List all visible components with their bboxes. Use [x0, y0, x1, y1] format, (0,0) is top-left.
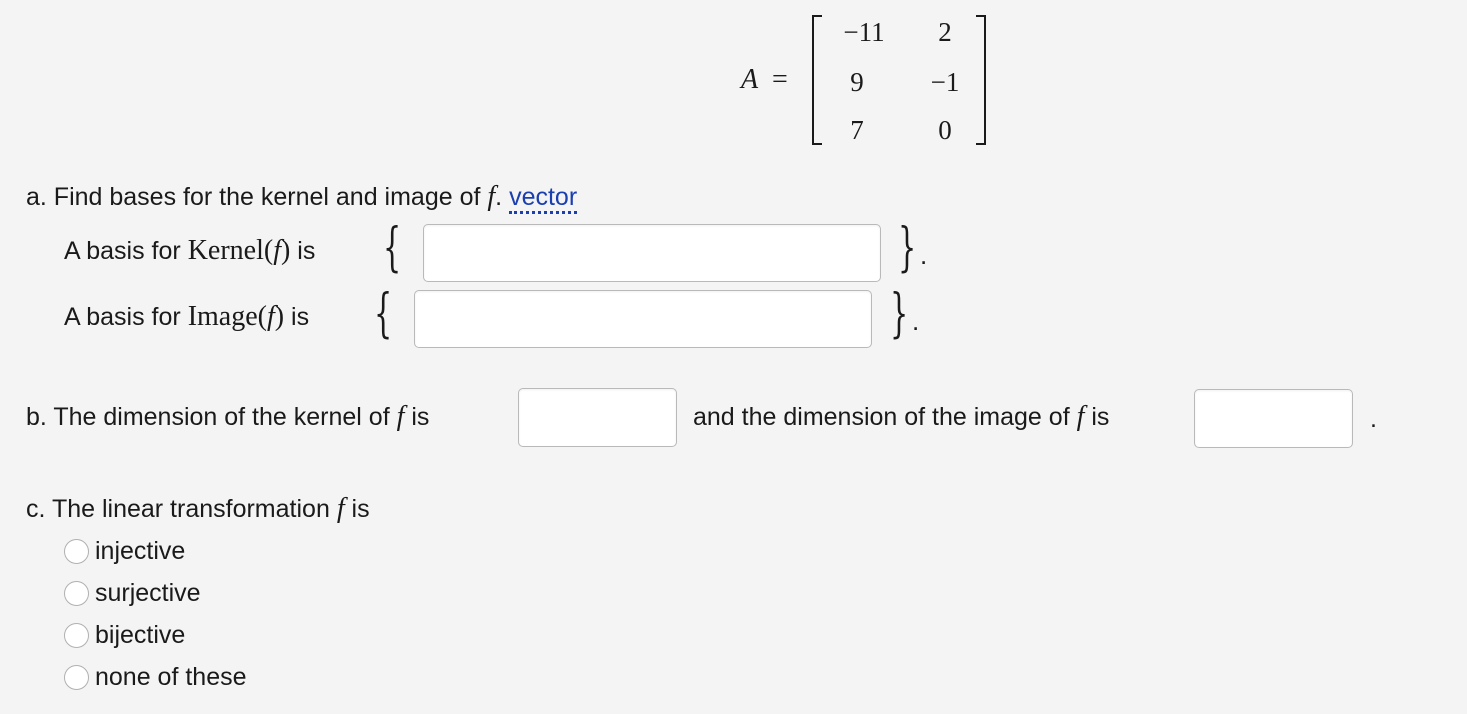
- option-surjective[interactable]: surjective: [64, 575, 201, 611]
- option-label: none of these: [95, 663, 247, 691]
- matrix-cell: −11: [843, 17, 885, 47]
- part-b-middle: and the dimension of the image of f is: [693, 402, 1109, 432]
- matrix-cell: 2: [938, 17, 952, 47]
- part-b-is-2: is: [1091, 403, 1110, 431]
- vector-help-link[interactable]: vector: [509, 183, 578, 214]
- option-none-of-these[interactable]: none of these: [64, 659, 247, 695]
- part-a-question: a. Find bases for the kernel and image o…: [26, 181, 578, 214]
- option-injective[interactable]: injective: [64, 533, 185, 569]
- part-a-prefix: a. Find bases for the kernel and image o…: [26, 183, 481, 211]
- kernel-open-brace: {: [383, 218, 402, 278]
- f-symbol: f: [1076, 401, 1085, 432]
- part-c-is: is: [351, 495, 370, 523]
- option-label: bijective: [95, 621, 186, 649]
- matrix-cell: −1: [930, 67, 960, 97]
- kernel-label-pre: A basis for: [64, 237, 181, 265]
- image-basis-input[interactable]: [414, 290, 872, 348]
- part-b-middle-text: and the dimension of the image of: [693, 403, 1070, 431]
- image-basis-label: A basis for Image(f) is: [64, 302, 309, 332]
- part-b-prefix: b. The dimension of the kernel of: [26, 403, 390, 431]
- matrix-cell: 0: [938, 115, 952, 145]
- image-open-brace: {: [374, 284, 393, 344]
- part-b-question: b. The dimension of the kernel of f is: [26, 402, 429, 432]
- kernel-is: is: [297, 237, 316, 265]
- kernel-math-close: ): [280, 235, 291, 266]
- f-symbol: f: [266, 301, 275, 332]
- part-c-question: c. The linear transformation f is: [26, 494, 370, 524]
- image-close-brace: }: [890, 284, 909, 344]
- matrix-cell: 9: [850, 67, 864, 97]
- radio-button[interactable]: [64, 664, 89, 690]
- part-b-period: .: [1370, 405, 1377, 433]
- image-math-close: ): [274, 301, 285, 332]
- part-c-prefix: c. The linear transformation: [26, 495, 330, 523]
- kernel-basis-input[interactable]: [423, 224, 881, 282]
- part-a-period: .: [495, 183, 503, 211]
- matrix-cell: 7: [850, 115, 864, 145]
- image-period: .: [912, 306, 920, 336]
- image-dimension-input[interactable]: [1194, 389, 1353, 448]
- f-symbol: f: [487, 181, 496, 212]
- radio-button[interactable]: [64, 538, 89, 564]
- f-symbol: f: [396, 401, 405, 432]
- kernel-dimension-input[interactable]: [518, 388, 677, 447]
- kernel-period: .: [920, 240, 928, 270]
- option-label: injective: [95, 537, 186, 565]
- matrix-left-bracket: [812, 15, 822, 145]
- part-b-is: is: [411, 403, 430, 431]
- option-label: surjective: [95, 579, 201, 607]
- matrix-right-bracket: [976, 15, 986, 145]
- f-symbol: f: [336, 493, 345, 524]
- kernel-basis-label: A basis for Kernel(f) is: [64, 236, 315, 266]
- image-is: is: [291, 303, 310, 331]
- matrix-name: A: [741, 64, 759, 95]
- matrix-equals: =: [772, 64, 788, 95]
- image-math: Image(: [187, 301, 267, 332]
- image-label-pre: A basis for: [64, 303, 181, 331]
- f-symbol: f: [273, 235, 281, 266]
- kernel-close-brace: }: [898, 218, 917, 278]
- option-bijective[interactable]: bijective: [64, 617, 185, 653]
- radio-button[interactable]: [64, 580, 89, 606]
- kernel-math: Kernel(: [187, 235, 274, 266]
- radio-button[interactable]: [64, 622, 89, 648]
